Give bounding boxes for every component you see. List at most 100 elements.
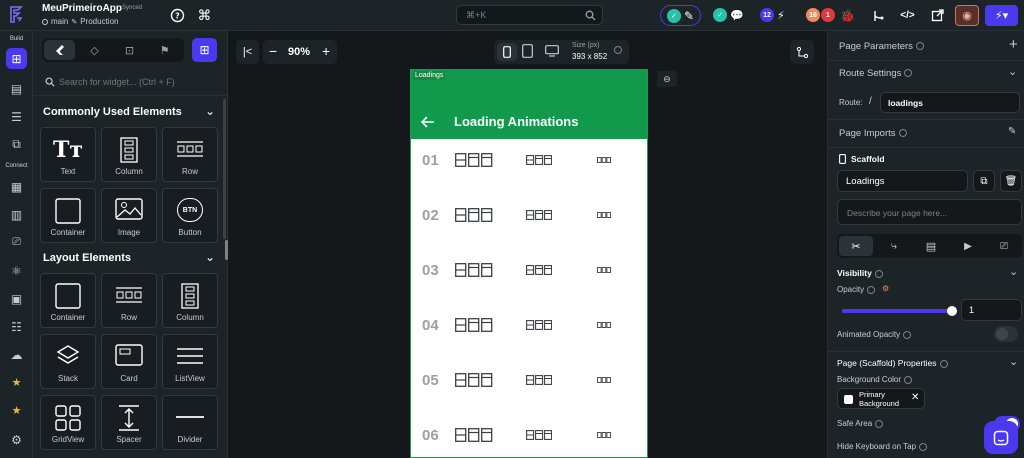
run-button[interactable]: ⚡▾: [985, 5, 1018, 26]
rail-widget-tree[interactable]: ☰: [6, 106, 27, 127]
widget-tile-card[interactable]: Card: [101, 334, 157, 389]
widget-tile-spacer[interactable]: Spacer: [101, 395, 157, 450]
add-component-icon: ⊞: [199, 43, 210, 57]
command-palette-button[interactable]: ⌘: [195, 6, 214, 25]
branch-info[interactable]: main ✎ Production: [42, 17, 118, 26]
library-icon: ⚑: [159, 44, 170, 57]
widget-search[interactable]: [41, 73, 221, 91]
zoom-out-button[interactable]: −: [269, 43, 277, 59]
widget-search-input[interactable]: [59, 74, 219, 90]
global-search-button[interactable]: ⌘+K: [456, 5, 603, 25]
open-external-button[interactable]: [928, 6, 947, 25]
rail-tests[interactable]: ★: [6, 372, 27, 393]
widget-tile-row[interactable]: Row: [162, 127, 218, 182]
edit-imports-button[interactable]: ✎: [1008, 126, 1016, 137]
chevron-down-icon[interactable]: ⌄: [205, 104, 215, 118]
widget-tile-column[interactable]: Column: [101, 127, 157, 182]
tab-library[interactable]: ⚑: [149, 40, 180, 60]
rail-media[interactable]: ▣: [6, 288, 27, 309]
loading-row[interactable]: 05: [411, 359, 647, 414]
page-name-input[interactable]: Loadings: [837, 170, 968, 192]
rail-agents[interactable]: ★: [6, 400, 27, 421]
widget-tile-row[interactable]: Row: [101, 273, 157, 328]
device-phone-button[interactable]: [497, 43, 517, 61]
chat-status[interactable]: ✓ 💬: [713, 8, 744, 22]
widget-tile-container[interactable]: Container: [40, 273, 96, 328]
widget-tile-text[interactable]: Tт Text: [40, 127, 96, 182]
widget-tile-stack[interactable]: Stack: [40, 334, 96, 389]
support-chat-button[interactable]: [984, 421, 1018, 454]
duplicate-page-button[interactable]: ⧉: [973, 170, 995, 192]
code-view-button[interactable]: </>: [898, 6, 917, 25]
debug-button[interactable]: 🐞: [838, 6, 857, 25]
help-button[interactable]: ?: [168, 6, 187, 25]
route-input[interactable]: loadings: [880, 92, 1020, 113]
loading-row[interactable]: 02: [411, 194, 647, 249]
delete-page-button[interactable]: 🗑: [1000, 170, 1022, 192]
add-component-button[interactable]: ⊞: [192, 38, 217, 62]
info-icon[interactable]: [614, 46, 622, 54]
loading-row[interactable]: 04: [411, 304, 647, 359]
opacity-slider[interactable]: [842, 304, 957, 318]
app-name[interactable]: MeuPrimeiroApp: [42, 3, 122, 14]
opacity-input[interactable]: 1: [961, 299, 1022, 321]
tab-properties[interactable]: ✂: [839, 236, 873, 256]
rail-settings[interactable]: ⚙: [6, 429, 27, 450]
device-desktop-button[interactable]: [545, 45, 559, 57]
widget-tile-column[interactable]: Column: [162, 273, 218, 328]
app-bar[interactable]: Loadings Loading Animations: [411, 70, 647, 139]
widget-tile-image[interactable]: Image: [101, 188, 157, 243]
rail-api-calls[interactable]: ⎚: [6, 232, 27, 253]
chevron-down-icon[interactable]: ⌄: [205, 250, 215, 264]
page-options-button[interactable]: ⊖: [657, 71, 677, 87]
canvas-tree-button[interactable]: [790, 40, 814, 64]
slider-thumb[interactable]: [947, 306, 957, 316]
tab-backend-query[interactable]: ▤: [914, 236, 948, 256]
add-parameter-button[interactable]: +: [1009, 36, 1018, 53]
issues-badges[interactable]: 16 1: [806, 8, 835, 22]
device-tablet-button[interactable]: [522, 44, 533, 58]
loading-row[interactable]: 01: [411, 139, 647, 194]
loading-row[interactable]: 03: [411, 249, 647, 304]
rail-app-state[interactable]: ▥: [6, 204, 27, 225]
chevron-down-icon[interactable]: ⌄: [1009, 355, 1018, 368]
rail-pages[interactable]: ▤: [6, 78, 27, 99]
chevron-down-icon[interactable]: ⌄: [1009, 265, 1018, 278]
rail-integrations[interactable]: ⚛: [6, 260, 27, 281]
code-icon: </>: [900, 10, 915, 21]
tab-code[interactable]: ⎚: [988, 236, 1020, 256]
widget-tile-divider[interactable]: Divider: [162, 395, 218, 450]
command-icon: ⌘: [197, 7, 212, 23]
tab-components[interactable]: ⊡: [114, 40, 145, 60]
rail-cloud[interactable]: ☁: [6, 344, 27, 365]
star-robot-icon: ★: [11, 405, 22, 417]
tab-gems[interactable]: ◇: [79, 40, 110, 60]
branch-merge-button[interactable]: [869, 6, 888, 25]
widget-tile-button[interactable]: BTN Button: [162, 188, 218, 243]
collapse-left-button[interactable]: |<: [236, 40, 259, 64]
rail-components[interactable]: ⧉: [6, 134, 27, 155]
rail-data[interactable]: ▦: [6, 176, 27, 197]
rail-widget-palette[interactable]: ⊞: [6, 48, 27, 69]
tab-animations[interactable]: ▶: [951, 236, 985, 256]
row-number: 02: [422, 207, 439, 224]
close-icon[interactable]: ✕: [911, 392, 919, 403]
widget-tile-gridview[interactable]: GridView: [40, 395, 96, 450]
scrollbar[interactable]: [223, 99, 226, 239]
widget-tile-container[interactable]: Container: [40, 188, 96, 243]
flutterflow-logo-icon[interactable]: [6, 4, 28, 26]
page-description-input[interactable]: Describe your page here...: [837, 199, 1022, 225]
build-warnings[interactable]: 12 ⚡: [760, 8, 785, 22]
variable-icon[interactable]: ⚙: [882, 284, 889, 293]
widget-tile-listview[interactable]: ListView: [162, 334, 218, 389]
zoom-in-button[interactable]: +: [322, 43, 330, 59]
animated-opacity-toggle[interactable]: [994, 326, 1018, 342]
agent-status-pill[interactable]: ✓ ✎: [660, 5, 701, 26]
loading-row[interactable]: 06: [411, 414, 647, 457]
preview-button[interactable]: ◉: [955, 5, 979, 26]
background-color-picker[interactable]: Primary Background ✕: [837, 388, 925, 409]
rail-theme[interactable]: ☷: [6, 316, 27, 337]
tab-actions[interactable]: ⤷: [877, 236, 911, 256]
tab-widgets[interactable]: [44, 40, 75, 60]
chevron-down-icon[interactable]: ⌄: [1008, 65, 1017, 78]
